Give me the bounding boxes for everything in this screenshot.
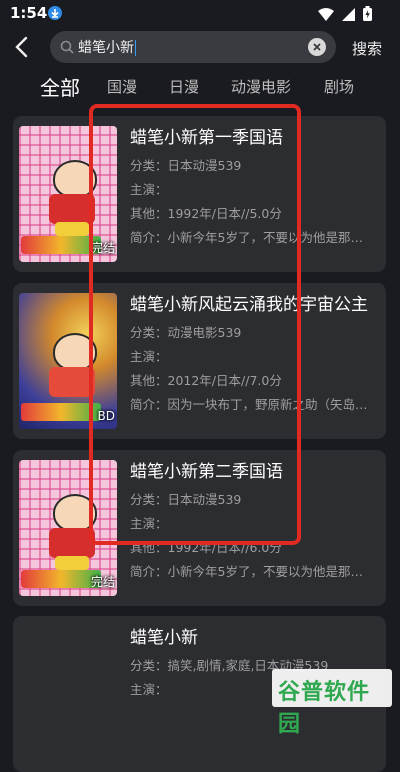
- result-title: 蜡笔小新: [130, 628, 198, 648]
- result-other: 其他：2012年/日本//7.0分: [130, 373, 282, 388]
- status-time: 1:54: [10, 4, 48, 22]
- poster-image: 完结: [19, 126, 117, 262]
- result-summary: 简介：小新今年5岁了，不要以为他是那…: [130, 230, 363, 245]
- close-icon: [313, 43, 321, 51]
- wifi-icon: [318, 6, 334, 25]
- signal-icon: [342, 6, 355, 25]
- clear-search-button[interactable]: [308, 38, 326, 56]
- result-category: 分类：动漫电影539: [130, 325, 242, 340]
- poster-image: 完结: [19, 460, 117, 596]
- status-badge: 完结: [90, 575, 115, 589]
- chevron-left-icon: [15, 36, 28, 58]
- result-title: 蜡笔小新第一季国语: [130, 128, 283, 148]
- result-title: 蜡笔小新第二季国语: [130, 462, 283, 482]
- download-icon: [48, 6, 62, 20]
- result-title: 蜡笔小新风起云涌我的宇宙公主: [130, 295, 368, 315]
- watermark-logo: 谷普软件园: [272, 669, 392, 737]
- status-badge: 完结: [90, 241, 115, 255]
- status-bar: 1:54: [0, 0, 400, 28]
- tab-theater[interactable]: 剧场: [324, 76, 354, 97]
- watermark-text: 谷普软件园: [278, 680, 371, 737]
- tab-japanese-anime[interactable]: 日漫: [169, 76, 199, 97]
- result-cast: 主演：: [130, 182, 168, 197]
- poster-image: BD: [19, 293, 117, 429]
- result-summary: 简介：小新今年5岁了，不要以为他是那…: [130, 564, 363, 579]
- result-card[interactable]: BD 蜡笔小新风起云涌我的宇宙公主 分类：动漫电影539 主演： 其他：2012…: [13, 283, 386, 439]
- tab-domestic-anime[interactable]: 国漫: [107, 76, 137, 97]
- search-button[interactable]: 搜索: [352, 38, 382, 59]
- back-button[interactable]: [12, 34, 34, 60]
- result-other: 其他：1992年/日本//5.0分: [130, 206, 282, 221]
- result-card[interactable]: 完结 蜡笔小新第一季国语 分类：日本动漫539 主演： 其他：1992年/日本/…: [13, 116, 386, 272]
- tab-anime-movies[interactable]: 动漫电影: [231, 76, 291, 97]
- result-card[interactable]: 完结 蜡笔小新第二季国语 分类：日本动漫539 主演： 其他：1992年/日本/…: [13, 450, 386, 606]
- result-other: 其他：1992年/日本//6.0分: [130, 540, 282, 555]
- search-input[interactable]: 蜡笔小新: [50, 31, 336, 63]
- search-query[interactable]: 蜡笔小新: [78, 40, 134, 56]
- result-cast: 主演：: [130, 516, 168, 531]
- search-icon: [60, 39, 74, 58]
- status-badge: BD: [97, 409, 115, 423]
- result-category: 分类：日本动漫539: [130, 158, 242, 173]
- battery-icon: [363, 6, 372, 25]
- category-tabs: 全部 国漫 日漫 动漫电影 剧场: [0, 72, 400, 102]
- tab-all[interactable]: 全部: [40, 72, 80, 101]
- result-cast: 主演：: [130, 349, 168, 364]
- result-category: 分类：日本动漫539: [130, 492, 242, 507]
- result-summary: 简介：因为一块布丁，野原新之助（矢岛…: [130, 397, 368, 412]
- text-caret: [135, 40, 136, 56]
